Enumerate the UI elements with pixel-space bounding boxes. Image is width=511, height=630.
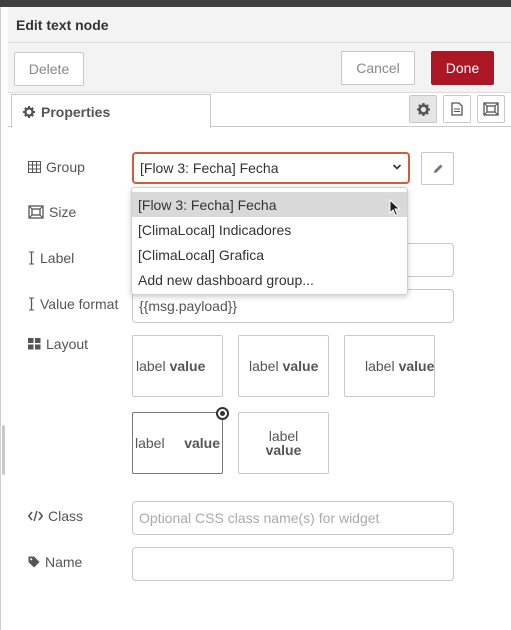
layout-option-value: value xyxy=(169,358,206,374)
layout-option-value: value xyxy=(282,358,319,374)
layout-option-value: value xyxy=(184,435,220,451)
size-row-label: Size xyxy=(28,204,76,220)
tab-appearance[interactable] xyxy=(477,95,505,123)
value-format-label: Value format xyxy=(40,296,119,312)
pencil-icon xyxy=(433,164,442,173)
tag-icon xyxy=(28,556,40,568)
group-option[interactable]: [Flow 3: Fecha] Fecha xyxy=(132,192,407,217)
layout-option-label: label xyxy=(365,358,395,374)
delete-button[interactable]: Delete xyxy=(14,52,84,86)
layout-option-label: label xyxy=(136,358,166,374)
layout-option-value: value xyxy=(398,358,435,374)
name-input[interactable] xyxy=(132,547,454,581)
label-label: Label xyxy=(40,250,75,266)
layout-selected-radio xyxy=(216,407,229,420)
group-dropdown-menu: [Flow 3: Fecha] Fecha [ClimaLocal] Indic… xyxy=(131,187,408,295)
chevron-down-icon xyxy=(392,164,402,170)
done-button[interactable]: Done xyxy=(431,51,494,85)
layout-option-row-right[interactable]: label value xyxy=(344,335,435,397)
class-row-label: Class xyxy=(28,508,83,524)
tab-description[interactable] xyxy=(443,95,471,123)
group-select[interactable]: [Flow 3: Fecha] Fecha xyxy=(132,152,410,184)
resize-handle[interactable] xyxy=(2,425,5,475)
label-row-label: Label xyxy=(28,250,74,266)
tray-header: Edit text node xyxy=(8,7,511,43)
group-row-label: Group xyxy=(28,159,85,175)
size-icon xyxy=(28,205,44,219)
button-bar: Delete Cancel Done xyxy=(8,43,511,93)
cursor-text-icon xyxy=(29,251,34,265)
name-row-label: Name xyxy=(28,554,82,570)
layout-option-row-spread[interactable]: label value xyxy=(132,412,223,474)
layout-row-label: Layout xyxy=(28,336,88,352)
tab-settings[interactable] xyxy=(409,95,437,123)
layout-option-row-center[interactable]: label value xyxy=(238,335,329,397)
layout-label: Layout xyxy=(46,336,89,352)
table-icon xyxy=(28,161,41,173)
cancel-button[interactable]: Cancel xyxy=(341,51,415,85)
layout-option-label: label xyxy=(268,428,299,444)
description-icon xyxy=(451,102,463,116)
top-strip xyxy=(0,0,511,7)
cursor-text-icon xyxy=(29,297,34,311)
tab-properties[interactable]: Properties xyxy=(11,94,211,128)
code-icon xyxy=(28,510,43,522)
layout-option-label: label xyxy=(135,435,165,451)
layout-option-value: value xyxy=(265,442,302,458)
gear-icon xyxy=(416,102,430,116)
appearance-icon xyxy=(483,102,499,116)
class-label: Class xyxy=(48,508,84,524)
group-label: Group xyxy=(46,159,85,175)
name-label: Name xyxy=(45,554,83,570)
value-format-row-label: Value format xyxy=(28,296,118,312)
group-select-value: [Flow 3: Fecha] Fecha xyxy=(140,160,279,176)
mouse-pointer-icon xyxy=(389,199,401,217)
tab-properties-label: Properties xyxy=(41,103,111,120)
grid-icon xyxy=(28,338,41,350)
class-input[interactable]: Optional CSS class name(s) for widget xyxy=(132,501,454,535)
tray-title: Edit text node xyxy=(16,17,109,33)
tab-bar: Properties xyxy=(8,93,511,128)
edit-group-button[interactable] xyxy=(421,152,454,185)
add-group-option[interactable]: Add new dashboard group... xyxy=(132,267,407,292)
layout-option-row-left[interactable]: label value xyxy=(132,335,223,397)
layout-option-col-center[interactable]: label value xyxy=(238,412,329,474)
group-option[interactable]: [ClimaLocal] Indicadores xyxy=(132,217,407,242)
gear-icon xyxy=(23,105,35,118)
group-option[interactable]: [ClimaLocal] Grafica xyxy=(132,242,407,267)
size-label: Size xyxy=(49,204,77,220)
layout-option-label: label xyxy=(249,358,279,374)
